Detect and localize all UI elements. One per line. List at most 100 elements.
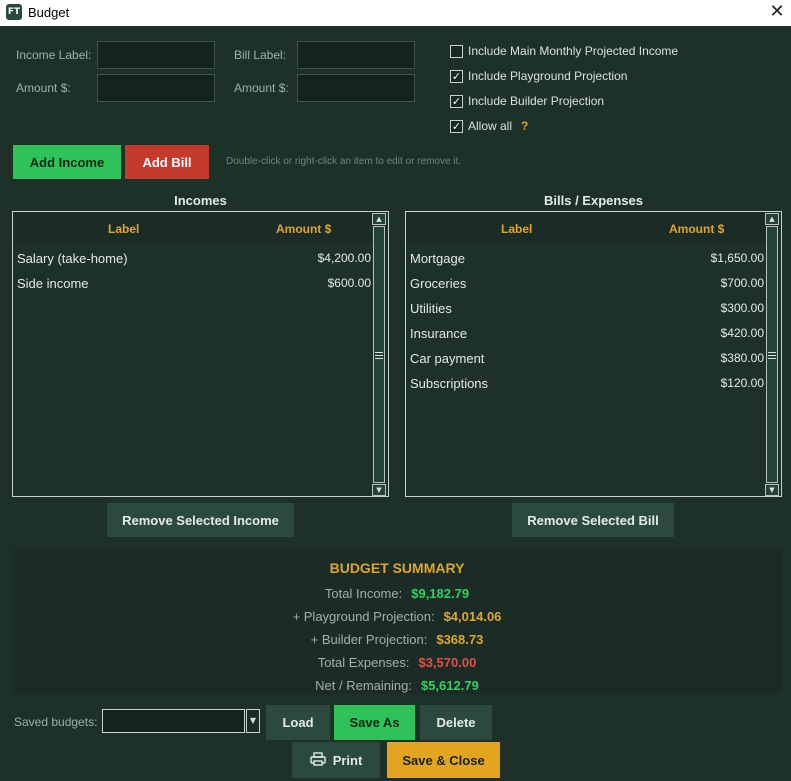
incomes-amount-column-header[interactable]: Amount $ <box>276 222 331 236</box>
summary-line-total-income: Total Income: $9,182.79 <box>12 586 782 601</box>
summary-value: $4,014.06 <box>443 609 502 624</box>
print-label: Print <box>332 752 363 768</box>
bills-scrollbar[interactable]: ▲ ▼ <box>765 213 779 496</box>
app-icon: FT <box>6 4 22 20</box>
print-button[interactable]: Print <box>292 742 380 778</box>
summary-title: BUDGET SUMMARY <box>329 560 465 576</box>
bills-row[interactable]: Groceries $700.00 <box>406 271 768 296</box>
arrow-up-icon[interactable]: ▲ <box>372 213 386 225</box>
arrow-up-icon[interactable]: ▲ <box>765 213 779 225</box>
arrow-down-icon[interactable]: ▼ <box>372 484 386 496</box>
summary-value: $9,182.79 <box>411 586 470 601</box>
incomes-title: Incomes <box>174 193 227 208</box>
bill-row-amount: $300.00 <box>720 301 764 315</box>
include-builder-checkbox[interactable]: ✓ <box>450 94 463 108</box>
include-builder-label: Include Builder Projection <box>468 94 605 108</box>
add-bill-button[interactable]: Add Bill <box>125 145 209 179</box>
bill-row-label: Mortgage <box>410 251 465 266</box>
bill-row-amount: $120.00 <box>720 376 764 390</box>
incomes-list[interactable]: Label Amount $ Salary (take-home) $4,200… <box>12 211 389 497</box>
bills-row[interactable]: Utilities $300.00 <box>406 296 768 321</box>
bills-label-column-header[interactable]: Label <box>501 222 532 236</box>
edit-hint: Double-click or right-click an item to e… <box>226 156 462 167</box>
bills-scroll-trough[interactable] <box>765 226 779 483</box>
bills-list-header: Label Amount $ <box>406 212 768 244</box>
arrow-down-icon[interactable]: ▼ <box>765 484 779 496</box>
incomes-row[interactable]: Salary (take-home) $4,200.00 <box>13 246 375 271</box>
close-icon[interactable]: ✕ <box>767 1 787 23</box>
allow-all-checkbox[interactable]: ✓ <box>450 119 463 133</box>
bills-row[interactable]: Subscriptions $120.00 <box>406 371 768 396</box>
bills-amount-column-header[interactable]: Amount $ <box>669 222 724 236</box>
bills-row[interactable]: Car payment $380.00 <box>406 346 768 371</box>
include-playground-label: Include Playground Projection <box>468 69 628 83</box>
option-include-builder[interactable]: ✓ Include Builder Projection <box>450 93 604 109</box>
window-title: Budget <box>28 5 70 20</box>
budget-summary-panel: BUDGET SUMMARY Total Income: $9,182.79 + … <box>12 549 782 694</box>
grip-line <box>375 358 383 359</box>
bill-row-label: Subscriptions <box>410 376 489 391</box>
bill-row-label: Insurance <box>410 326 468 341</box>
bills-row[interactable]: Insurance $420.00 <box>406 321 768 346</box>
remove-selected-bill-button[interactable]: Remove Selected Bill <box>512 503 674 537</box>
include-main-income-label: Include Main Monthly Projected Income <box>468 44 679 58</box>
bill-label-field[interactable] <box>297 41 415 69</box>
income-row-amount: $600.00 <box>327 276 371 290</box>
allow-all-label: Allow all <box>468 119 513 133</box>
income-amount-caption: Amount $: <box>16 81 71 95</box>
summary-label: Net / Remaining: <box>315 678 412 693</box>
income-label-caption: Income Label: <box>16 48 92 62</box>
saved-budgets-select[interactable]: ▼ <box>102 709 260 733</box>
remove-selected-income-button[interactable]: Remove Selected Income <box>107 503 294 537</box>
grip-line <box>375 355 383 356</box>
summary-label: + Playground Projection: <box>292 609 435 624</box>
income-amount-field[interactable] <box>97 74 215 102</box>
save-as-button[interactable]: Save As <box>334 705 415 740</box>
bills-scroll-thumb[interactable] <box>766 226 778 483</box>
summary-value: $3,570.00 <box>418 655 477 670</box>
summary-line-builder: + Builder Projection: $368.73 <box>12 632 782 647</box>
bill-row-label: Utilities <box>410 301 452 316</box>
bill-amount-caption: Amount $: <box>234 81 289 95</box>
delete-button[interactable]: Delete <box>420 705 492 740</box>
saved-budgets-value[interactable] <box>102 709 245 733</box>
incomes-scroll-thumb[interactable] <box>373 226 385 483</box>
bill-label-caption: Bill Label: <box>234 48 287 62</box>
bill-amount-field[interactable] <box>297 74 415 102</box>
income-row-label: Side income <box>17 276 89 291</box>
bill-row-label: Groceries <box>410 276 467 291</box>
incomes-row[interactable]: Side income $600.00 <box>13 271 375 296</box>
bills-row[interactable]: Mortgage $1,650.00 <box>406 246 768 271</box>
include-playground-checkbox[interactable]: ✓ <box>450 69 463 83</box>
load-button[interactable]: Load <box>266 705 330 740</box>
saved-budgets-caption: Saved budgets: <box>14 715 98 729</box>
grip-line <box>768 358 776 359</box>
title-bar: FT Budget ✕ <box>0 0 791 26</box>
grip-line <box>768 355 776 356</box>
bill-row-amount: $700.00 <box>720 276 764 290</box>
option-allow-all[interactable]: ✓ Allow all ? <box>450 118 528 134</box>
option-include-playground[interactable]: ✓ Include Playground Projection <box>450 68 627 84</box>
option-include-main-income[interactable]: Include Main Monthly Projected Income <box>450 43 678 59</box>
grip-line <box>375 352 383 353</box>
bill-row-label: Car payment <box>410 351 485 366</box>
summary-label: + Builder Projection: <box>310 632 428 647</box>
incomes-label-column-header[interactable]: Label <box>108 222 139 236</box>
help-icon[interactable]: ? <box>521 119 528 133</box>
save-and-close-button[interactable]: Save & Close <box>387 742 500 778</box>
incomes-scrollbar[interactable]: ▲ ▼ <box>372 213 386 496</box>
incomes-scroll-trough[interactable] <box>372 226 386 483</box>
bills-list[interactable]: Label Amount $ Mortgage $1,650.00 Grocer… <box>405 211 782 497</box>
income-label-field[interactable] <box>97 41 215 69</box>
income-row-label: Salary (take-home) <box>17 251 128 266</box>
summary-line-net: Net / Remaining: $5,612.79 <box>12 678 782 693</box>
bill-row-amount: $380.00 <box>720 351 764 365</box>
summary-label: Total Income: <box>324 586 403 601</box>
bills-title: Bills / Expenses <box>544 193 643 208</box>
include-main-income-checkbox[interactable] <box>450 44 463 58</box>
printer-icon <box>309 751 326 769</box>
add-income-button[interactable]: Add Income <box>13 145 121 179</box>
summary-value: $368.73 <box>436 632 484 647</box>
chevron-down-icon[interactable]: ▼ <box>246 709 260 733</box>
bill-row-amount: $420.00 <box>720 326 764 340</box>
